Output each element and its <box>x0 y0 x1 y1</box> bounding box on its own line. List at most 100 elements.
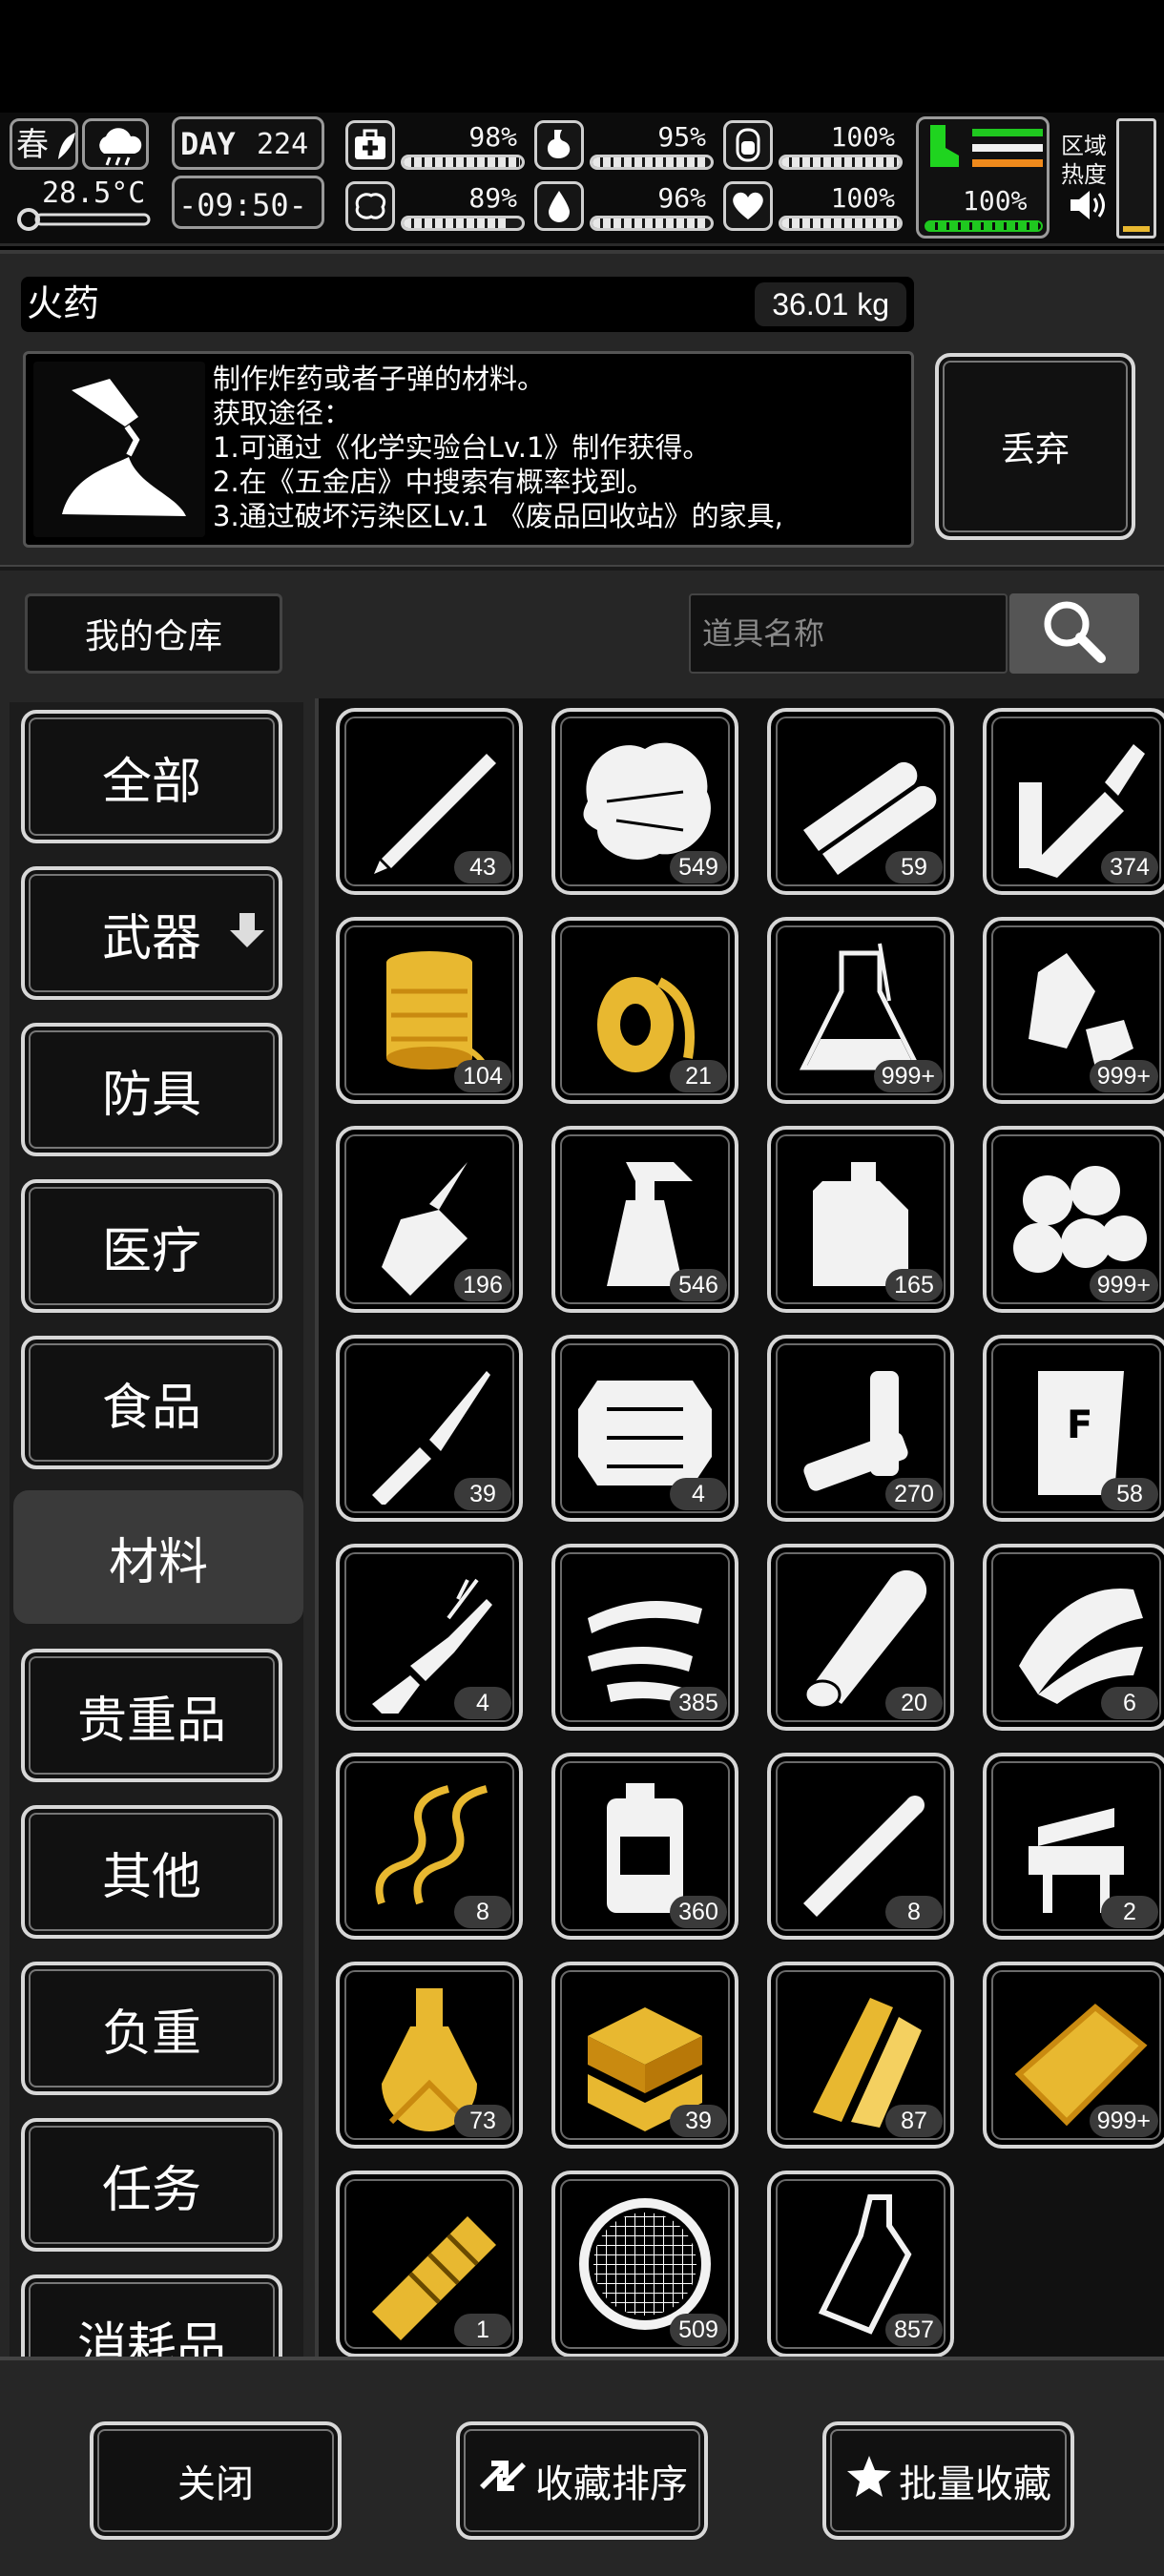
category-consumables[interactable]: 消耗品 <box>21 2275 282 2357</box>
item-description: 制作炸药或者子弹的材料。 获取途径： 1.可通过《化学实验台Lv.1》制作获得。… <box>213 363 783 532</box>
item-quantity: 87 <box>885 2105 943 2137</box>
mental-bar <box>401 216 525 231</box>
item-slot[interactable]: 549 <box>551 708 738 895</box>
item-name: 火药 <box>27 284 100 324</box>
item-slot[interactable]: 385 <box>551 1544 738 1731</box>
item-slot[interactable]: F 58 <box>983 1335 1164 1522</box>
item-quantity: 8 <box>885 1896 943 1928</box>
item-slot[interactable]: 21 <box>551 917 738 1104</box>
item-quantity: 999+ <box>1089 1269 1158 1301</box>
category-food[interactable]: 食品 <box>21 1336 282 1469</box>
item-quantity: 21 <box>670 1060 727 1092</box>
water-bar <box>590 216 714 231</box>
item-slot[interactable]: 104 <box>336 917 523 1104</box>
item-grid[interactable]: 43 549 59 374 104 21 999+ 999+ 196 546 165 999+ 39 4 2… <box>315 698 1164 2357</box>
item-description-box: 制作炸药或者子弹的材料。 获取途径： 1.可通过《化学实验台Lv.1》制作获得。… <box>23 351 914 548</box>
item-title-bar: 火药 36.01 kg <box>21 277 914 332</box>
item-quantity: 73 <box>454 2105 511 2137</box>
item-slot[interactable]: 73 <box>336 1962 523 2149</box>
category-other[interactable]: 其他 <box>21 1805 282 1939</box>
category-all[interactable]: 全部 <box>21 710 282 843</box>
close-button[interactable]: 关闭 <box>90 2421 342 2540</box>
item-slot[interactable]: 999+ <box>983 1962 1164 2149</box>
favorite-sort-button[interactable]: 收藏排序 <box>456 2421 708 2540</box>
arrow-down-icon <box>229 904 265 962</box>
load-bar <box>925 220 1043 232</box>
stomach-value: 95% <box>657 121 706 153</box>
item-quantity: 360 <box>670 1896 727 1928</box>
item-quantity: 509 <box>670 2314 727 2346</box>
item-slot[interactable]: 6 <box>983 1544 1164 1731</box>
item-slot[interactable]: 4 <box>551 1335 738 1522</box>
discard-button[interactable]: 丢弃 <box>935 353 1135 540</box>
health-bar <box>401 155 525 170</box>
boot-icon <box>925 123 963 173</box>
item-quantity: 4 <box>454 1687 511 1719</box>
item-quantity: 165 <box>885 1269 943 1301</box>
item-quantity: 549 <box>670 851 727 883</box>
category-valuables[interactable]: 贵重品 <box>21 1649 282 1782</box>
water-drop-icon <box>534 181 584 231</box>
item-quantity: 196 <box>454 1269 511 1301</box>
item-slot[interactable]: 87 <box>767 1962 954 2149</box>
item-slot[interactable]: 999+ <box>767 917 954 1104</box>
item-slot[interactable]: 20 <box>767 1544 954 1731</box>
item-quantity: 857 <box>885 2314 943 2346</box>
item-slot[interactable]: 43 <box>336 708 523 895</box>
day-box: DAY 224 <box>172 116 324 170</box>
item-slot[interactable]: 8 <box>767 1753 954 1940</box>
item-slot[interactable]: 857 <box>767 2171 954 2357</box>
item-slot[interactable]: 8 <box>336 1753 523 1940</box>
item-slot[interactable]: 165 <box>767 1126 954 1313</box>
stomach-icon <box>534 120 584 170</box>
temperature: 28.5°C <box>42 177 146 210</box>
item-quantity: 20 <box>885 1687 943 1719</box>
item-slot[interactable]: 2 <box>983 1753 1164 1940</box>
stamina-bar <box>779 155 903 170</box>
item-slot[interactable]: 4 <box>336 1544 523 1731</box>
item-quantity: 999+ <box>873 1060 943 1092</box>
category-medical[interactable]: 医疗 <box>21 1179 282 1313</box>
batch-favorite-button[interactable]: 批量收藏 <box>822 2421 1074 2540</box>
item-slot[interactable]: 59 <box>767 708 954 895</box>
category-weapons[interactable]: 武器 <box>21 866 282 1000</box>
item-slot[interactable]: 509 <box>551 2171 738 2357</box>
category-sidebar[interactable]: 全部 武器 防具 医疗 食品 材料 贵重品 其他 负重 任务 消耗品 <box>10 702 303 2357</box>
svg-text:F: F <box>1067 1403 1092 1447</box>
category-weight[interactable]: 负重 <box>21 1962 282 2095</box>
search-icon <box>1040 597 1109 670</box>
inventory-panel: 火药 36.01 kg 制作炸药或者子弹的材料。 获取途径： 1.可通过《化学实… <box>0 250 1164 2576</box>
item-slot[interactable]: 999+ <box>983 917 1164 1104</box>
item-slot[interactable]: 360 <box>551 1753 738 1940</box>
item-slot[interactable]: 39 <box>551 1962 738 2149</box>
item-quantity: 999+ <box>1089 1060 1158 1092</box>
brain-icon <box>345 181 395 231</box>
category-quests[interactable]: 任务 <box>21 2118 282 2252</box>
search-button[interactable] <box>1009 593 1139 674</box>
item-search-input[interactable] <box>689 593 1008 674</box>
region-heat-label: 区域 热度 <box>1061 133 1107 188</box>
speaker-icon[interactable] <box>1069 189 1107 225</box>
load-indicator-white <box>972 144 1043 152</box>
item-slot[interactable]: 999+ <box>983 1126 1164 1313</box>
item-quantity: 2 <box>1101 1896 1158 1928</box>
batch-favorite-label: 批量收藏 <box>899 2462 1051 2506</box>
item-slot[interactable]: 1 <box>336 2171 523 2357</box>
item-slot[interactable]: 39 <box>336 1335 523 1522</box>
item-quantity: 270 <box>885 1478 943 1510</box>
item-quantity: 385 <box>670 1687 727 1719</box>
item-slot[interactable]: 374 <box>983 708 1164 895</box>
item-slot[interactable]: 270 <box>767 1335 954 1522</box>
item-quantity: 374 <box>1101 851 1158 883</box>
item-slot[interactable]: 546 <box>551 1126 738 1313</box>
item-slot[interactable]: 196 <box>336 1126 523 1313</box>
stomach-bar <box>590 155 714 170</box>
item-quantity: 999+ <box>1089 2105 1158 2137</box>
load-box[interactable]: 100% <box>916 116 1050 239</box>
category-materials[interactable]: 材料 <box>13 1490 303 1624</box>
item-quantity: 104 <box>454 1060 511 1092</box>
category-armor[interactable]: 防具 <box>21 1023 282 1156</box>
my-warehouse-tab[interactable]: 我的仓库 <box>25 593 282 674</box>
load-percent: 100% <box>963 185 1028 217</box>
water-value: 96% <box>657 182 706 214</box>
